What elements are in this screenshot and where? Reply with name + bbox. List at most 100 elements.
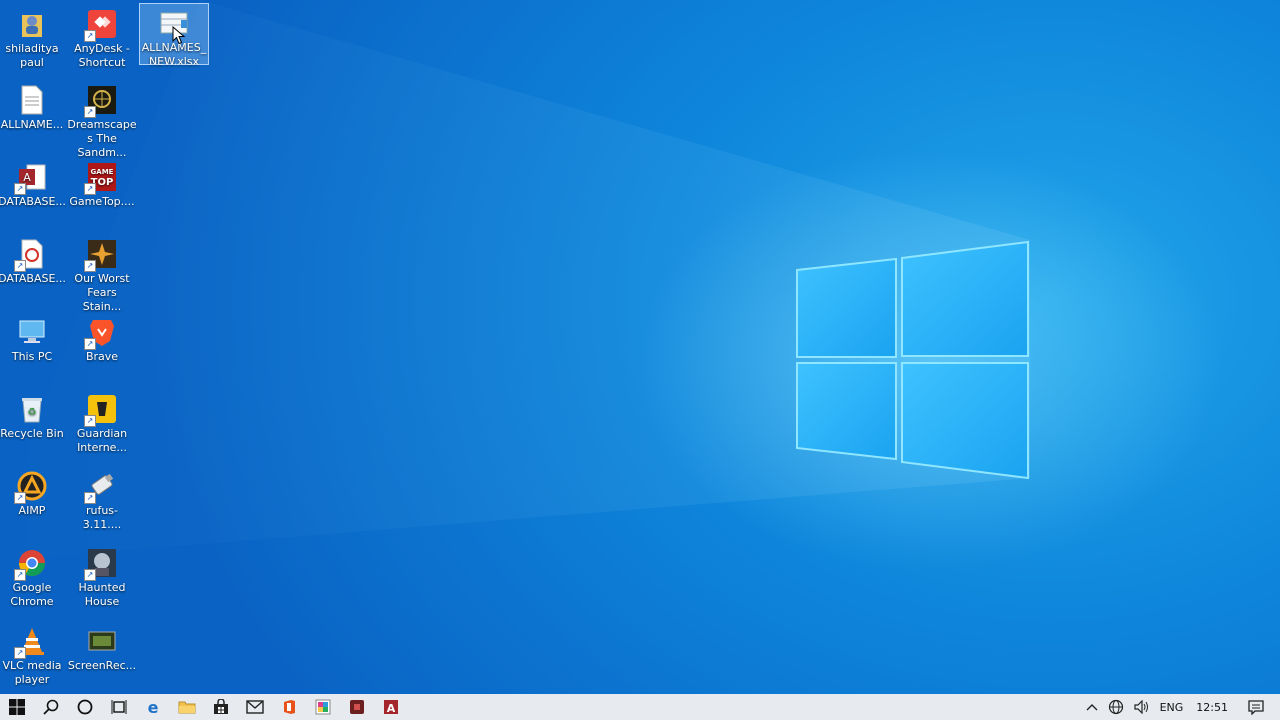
taskbar-edge[interactable]: e xyxy=(136,694,170,720)
text-document-icon xyxy=(16,84,48,116)
shortcut-arrow-icon: ↗ xyxy=(14,260,26,272)
shortcut-arrow-icon: ↗ xyxy=(84,415,96,427)
icon-label: rufus-3.11.... xyxy=(82,504,122,531)
icon-label: shiladitya paul xyxy=(5,42,59,69)
icon-label: Dreamscapes The Sandm... xyxy=(67,118,137,159)
shortcut-arrow-icon: ↗ xyxy=(84,492,96,504)
start-icon xyxy=(9,699,25,715)
shortcut-arrow-icon: ↗ xyxy=(84,569,96,581)
screenrec-icon xyxy=(86,625,118,657)
guardian-internet-icon: ↗ xyxy=(84,393,118,427)
edge-icon: e xyxy=(148,699,159,715)
desktop-icon-allname-doc[interactable]: ALLNAME... xyxy=(0,80,67,152)
our-worst-fears-game-icon: ↗ xyxy=(84,238,118,272)
icon-label: Haunted House xyxy=(78,581,126,608)
desktop-icon-brave[interactable]: ↗ Brave xyxy=(67,312,137,384)
clock[interactable]: 12:51 xyxy=(1188,694,1242,720)
desktop-icon-recycle-bin[interactable]: ♻ Recycle Bin xyxy=(0,389,67,461)
icon-label: AIMP xyxy=(18,504,46,517)
shortcut-arrow-icon: ↗ xyxy=(14,492,26,504)
taskbar-office[interactable] xyxy=(272,694,306,720)
input-language-indicator[interactable]: ENG xyxy=(1155,694,1189,720)
volume-button[interactable] xyxy=(1129,694,1155,720)
desktop-icon-gametop[interactable]: GAME TOP ↗ GameTop.... xyxy=(67,157,137,229)
desktop-icon-haunted-house[interactable]: ↗ Haunted House xyxy=(67,543,137,615)
desktop-icon-database-1[interactable]: A ↗ DATABASE... xyxy=(0,157,67,229)
app-icon xyxy=(350,700,364,714)
desktop-icon-this-pc[interactable]: This PC xyxy=(0,312,67,384)
task-view-button[interactable] xyxy=(102,694,136,720)
system-tray: ENG 12:51 xyxy=(1081,694,1280,720)
dreamscapes-game-icon: ↗ xyxy=(84,84,118,118)
mail-icon xyxy=(246,700,264,714)
icon-label: Google Chrome xyxy=(10,581,54,608)
action-center-button[interactable] xyxy=(1242,694,1280,720)
photos-icon xyxy=(315,699,331,715)
haunted-house-game-icon: ↗ xyxy=(84,547,118,581)
taskbar-mail[interactable] xyxy=(238,694,272,720)
desktop-icon-google-chrome[interactable]: ↗ Google Chrome xyxy=(0,543,67,615)
icon-label: Recycle Bin xyxy=(0,427,64,440)
icon-label: AnyDesk - Shortcut xyxy=(74,42,130,69)
vlc-cone-icon: ↗ xyxy=(14,625,48,659)
desktop[interactable]: shiladitya paul ALLNAME... A ↗ DATABASE.… xyxy=(0,0,1280,694)
taskbar-store[interactable] xyxy=(204,694,238,720)
network-button[interactable] xyxy=(1103,694,1129,720)
desktop-icon-shiladitya-paul[interactable]: shiladitya paul xyxy=(0,4,67,76)
search-button[interactable] xyxy=(34,694,68,720)
desktop-icon-aimp[interactable]: ↗ AIMP xyxy=(0,466,67,538)
user-folder-icon xyxy=(16,8,48,40)
icon-label: GameTop.... xyxy=(69,195,135,208)
search-icon xyxy=(43,699,59,715)
icon-label: VLC media player xyxy=(2,659,62,686)
svg-text:A: A xyxy=(387,702,396,715)
start-button[interactable] xyxy=(0,694,34,720)
shortcut-arrow-icon: ↗ xyxy=(84,30,96,42)
desktop-icon-anydesk[interactable]: ↗ AnyDesk - Shortcut xyxy=(67,4,137,76)
gametop-icon: GAME TOP ↗ xyxy=(84,161,118,195)
shortcut-arrow-icon: ↗ xyxy=(84,106,96,118)
desktop-icon-vlc[interactable]: ↗ VLC media player xyxy=(0,621,67,693)
icon-label: DATABASE... xyxy=(0,272,66,285)
recycle-bin-icon: ♻ xyxy=(16,393,48,425)
icon-label: Our Worst Fears Stain... xyxy=(74,272,130,313)
desktop-icon-dreamscapes[interactable]: ↗ Dreamscapes The Sandm... xyxy=(67,80,137,159)
icon-label: This PC xyxy=(11,350,53,363)
desktop-icon-guardian[interactable]: ↗ Guardian Interne... xyxy=(67,389,137,461)
computer-icon xyxy=(16,316,48,348)
cortana-icon xyxy=(77,699,93,715)
icon-label: Brave xyxy=(85,350,119,363)
shortcut-arrow-icon: ↗ xyxy=(84,183,96,195)
store-icon xyxy=(214,699,228,714)
globe-network-icon xyxy=(1108,699,1123,715)
shortcut-arrow-icon: ↗ xyxy=(14,183,26,195)
show-hidden-icons-button[interactable] xyxy=(1081,694,1103,720)
desktop-icon-rufus[interactable]: ↗ rufus-3.11.... xyxy=(67,466,137,538)
taskbar: e A ENG 12:51 xyxy=(0,694,1280,720)
cortana-button[interactable] xyxy=(68,694,102,720)
speaker-icon xyxy=(1133,700,1148,714)
taskbar-file-explorer[interactable] xyxy=(170,694,204,720)
usb-drive-icon: ↗ xyxy=(84,470,118,504)
access-database-icon: A ↗ xyxy=(14,161,48,195)
shortcut-arrow-icon: ↗ xyxy=(84,338,96,350)
shortcut-arrow-icon: ↗ xyxy=(14,647,26,659)
taskbar-access[interactable]: A xyxy=(374,694,408,720)
office-icon xyxy=(284,700,295,714)
desktop-icon-screenrec[interactable]: ScreenRec... xyxy=(67,621,137,693)
icon-label: ScreenRec... xyxy=(67,659,137,672)
icon-label: DATABASE... xyxy=(0,195,66,208)
svg-text:GAME: GAME xyxy=(91,168,114,176)
desktop-icon-database-2[interactable]: ↗ DATABASE... xyxy=(0,234,67,306)
chrome-icon: ↗ xyxy=(14,547,48,581)
file-explorer-icon xyxy=(178,701,196,714)
task-view-icon xyxy=(111,700,127,714)
mouse-pointer-icon xyxy=(172,26,186,45)
desktop-icon-our-worst-fears[interactable]: ↗ Our Worst Fears Stain... xyxy=(67,234,137,313)
taskbar-photos[interactable] xyxy=(306,694,340,720)
taskbar-app[interactable] xyxy=(340,694,374,720)
icon-label: ALLNAME... xyxy=(0,118,64,131)
chevron-up-icon xyxy=(1086,704,1098,711)
brave-lion-icon: ↗ xyxy=(84,316,118,350)
pdf-document-icon: ↗ xyxy=(14,238,48,272)
